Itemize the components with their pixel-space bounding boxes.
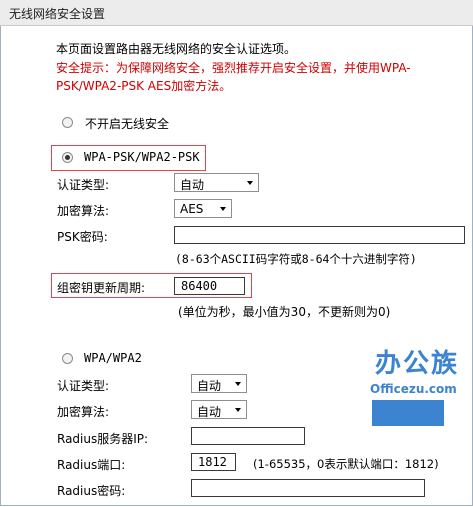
- psk-auth-type-select[interactable]: 自动: [174, 173, 259, 192]
- watermark-tagline: 电脑入门: [372, 400, 445, 426]
- wpa-radio[interactable]: [62, 353, 73, 364]
- no-security-radio[interactable]: [62, 117, 73, 128]
- watermark-logo: 办公族: [375, 349, 460, 379]
- psk-encryption-label: 加密算法:: [57, 204, 110, 218]
- psk-encryption-select[interactable]: AES: [174, 199, 232, 218]
- wpa-auth-type-select[interactable]: 自动: [191, 374, 247, 393]
- chevron-down-icon: [235, 382, 241, 386]
- chevron-down-icon: [220, 207, 226, 211]
- wpa-label: WPA/WPA2: [84, 351, 142, 365]
- intro-text: 本页面设置路由器无线网络的安全认证选项。: [56, 42, 297, 56]
- wpa-psk-radio[interactable]: [62, 152, 73, 163]
- title-bar: 无线网络安全设置: [0, 0, 473, 26]
- chevron-down-icon: [235, 408, 241, 412]
- security-tip-line2: PSK/WPA2-PSK AES加密方法。: [56, 79, 232, 93]
- psk-auth-type-value: 自动: [180, 178, 205, 192]
- security-tip-line1: 安全提示：为保障网络安全，强烈推荐开启安全设置，并使用WPA-: [56, 61, 411, 75]
- psk-encryption-value: AES: [180, 202, 204, 216]
- wpa-encryption-label: 加密算法:: [57, 405, 110, 419]
- wpa-psk-label: WPA-PSK/WPA2-PSK: [84, 150, 200, 164]
- group-key-hint: (单位为秒，最小值为30，不更新则为0): [178, 305, 391, 319]
- radius-port-hint: (1-65535，0表示默认端口：1812): [253, 457, 439, 471]
- radius-ip-input[interactable]: [191, 427, 305, 445]
- radius-port-input[interactable]: [191, 453, 236, 471]
- group-key-input[interactable]: [174, 277, 245, 295]
- group-key-label: 组密钥更新周期:: [57, 281, 146, 295]
- psk-password-hint: (8-63个ASCII码字符或8-64个十六进制字符): [175, 252, 417, 266]
- radius-port-label: Radius端口:: [57, 458, 126, 472]
- wpa-auth-type-value: 自动: [197, 379, 222, 393]
- psk-password-input[interactable]: [174, 226, 465, 244]
- radius-ip-label: Radius服务器IP:: [57, 432, 149, 446]
- wpa-encryption-value: 自动: [197, 405, 222, 419]
- watermark-site: Officezu.com: [370, 382, 457, 396]
- psk-password-label: PSK密码:: [57, 230, 108, 244]
- radius-password-input[interactable]: [191, 479, 425, 497]
- no-security-label: 不开启无线安全: [85, 117, 170, 131]
- chevron-down-icon: [247, 181, 253, 185]
- page-title: 无线网络安全设置: [9, 7, 106, 21]
- wpa-encryption-select[interactable]: 自动: [191, 400, 247, 419]
- radius-password-label: Radius密码:: [57, 484, 126, 498]
- psk-auth-type-label: 认证类型:: [57, 178, 110, 192]
- wpa-auth-type-label: 认证类型:: [57, 379, 110, 393]
